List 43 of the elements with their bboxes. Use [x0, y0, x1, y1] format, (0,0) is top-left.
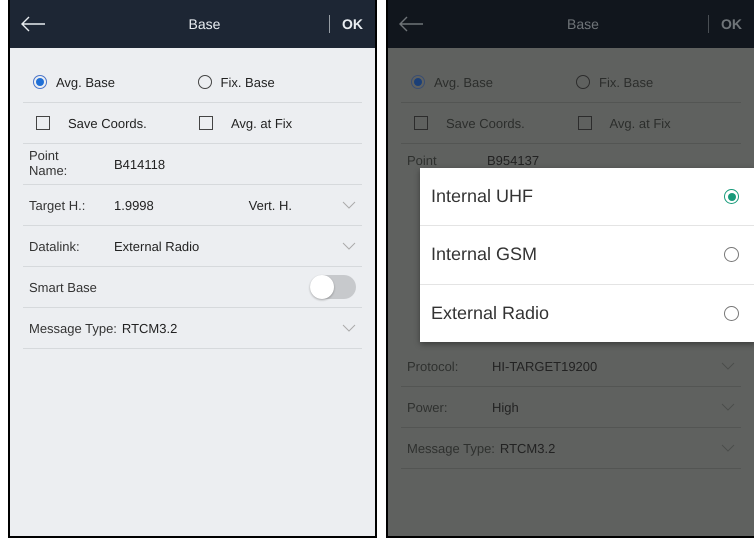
radio-button[interactable]	[724, 306, 739, 321]
toggle-switch[interactable]	[310, 275, 356, 299]
radio-button[interactable]	[724, 189, 739, 204]
checkbox-label: Avg. at Fix	[231, 116, 292, 130]
dropdown-value[interactable]: RTCM3.2	[122, 320, 342, 336]
radio-button[interactable]	[198, 75, 212, 89]
option-label: Internal GSM	[431, 244, 538, 266]
radio-button[interactable]	[724, 247, 739, 262]
radio-button[interactable]	[33, 75, 47, 89]
radio-button[interactable]	[576, 75, 590, 89]
checkbox[interactable]	[578, 116, 592, 130]
radio-label: Avg. Base	[56, 74, 116, 90]
option-label: Internal UHF	[431, 186, 534, 208]
ok-button[interactable]: OK	[340, 16, 365, 32]
field-label: Datalink:	[29, 238, 81, 254]
chevron-down-icon	[342, 201, 356, 209]
field-label: Message Type:	[29, 320, 117, 336]
dialog-option[interactable]: Internal UHF	[420, 168, 754, 226]
field-label: Target H.:	[29, 198, 86, 212]
radio-button[interactable]	[411, 75, 425, 89]
checkbox[interactable]	[36, 116, 50, 130]
dialog-option[interactable]: External Radio	[420, 284, 754, 342]
height-type-dropdown[interactable]: Vert. H.	[248, 198, 292, 212]
back-arrow-icon	[20, 16, 46, 32]
screen-title: Base	[188, 16, 222, 32]
dropdown-value[interactable]: External Radio	[114, 238, 342, 254]
radio-option[interactable]: Fix. Base	[198, 74, 362, 90]
checkbox-label: Save Coords.	[68, 116, 147, 130]
back-arrow-icon	[398, 16, 424, 32]
chevron-down-icon	[342, 324, 356, 332]
point-name-value[interactable]: B414118	[114, 156, 166, 172]
field-label: Smart Base	[29, 280, 98, 294]
field-label: Point Name:	[29, 148, 68, 178]
ok-button[interactable]: OK	[719, 16, 744, 32]
option-label: External Radio	[431, 302, 550, 324]
checkbox[interactable]	[414, 116, 428, 130]
chevron-down-icon	[342, 242, 356, 250]
screen-title: Base	[566, 16, 600, 32]
radio-option[interactable]: Avg. Base	[33, 74, 198, 90]
radio-label: Fix. Base	[220, 74, 275, 90]
checkbox[interactable]	[199, 116, 213, 130]
dialog-option[interactable]: Internal GSM	[420, 226, 754, 285]
dropdown-value[interactable]: 1.9998	[114, 198, 249, 212]
